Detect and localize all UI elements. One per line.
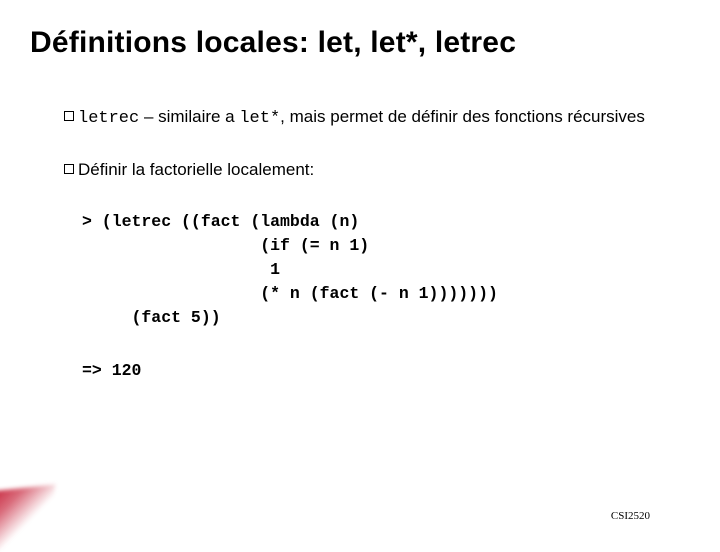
slide: Définitions locales: let, let*, letrec l… bbox=[0, 0, 720, 540]
corner-accent-icon bbox=[0, 485, 55, 552]
code-line-3: 1 bbox=[82, 258, 690, 282]
bullet-text-definir: Définir la factorielle localement: bbox=[78, 160, 314, 179]
code-block: > (letrec ((fact (lambda (n) (if (= n 1)… bbox=[82, 210, 690, 381]
bullet-letrec: letrec – similaire a let*, mais permet d… bbox=[64, 106, 690, 131]
bullet-text-b: , mais permet de définir des fonctions r… bbox=[280, 107, 645, 126]
code-result: => 120 bbox=[82, 361, 690, 380]
bullet-text-a: – similaire a bbox=[139, 107, 239, 126]
code-letrec: letrec bbox=[78, 109, 139, 128]
code-line-4: (* n (fact (- n 1))))))) bbox=[82, 282, 690, 306]
bullet-definir: Définir la factorielle localement: bbox=[64, 159, 690, 182]
code-line-1: > (letrec ((fact (lambda (n) bbox=[82, 210, 690, 234]
code-line-2: (if (= n 1) bbox=[82, 234, 690, 258]
code-line-5: (fact 5)) bbox=[82, 306, 690, 330]
bullet-square-icon bbox=[64, 111, 74, 121]
page-title: Définitions locales: let, let*, letrec bbox=[30, 26, 690, 60]
footer-course-code: CSI2520 bbox=[611, 510, 650, 522]
bullet-square-icon bbox=[64, 164, 74, 174]
bullet-list: letrec – similaire a let*, mais permet d… bbox=[64, 106, 690, 182]
code-letstar: let* bbox=[239, 109, 280, 128]
